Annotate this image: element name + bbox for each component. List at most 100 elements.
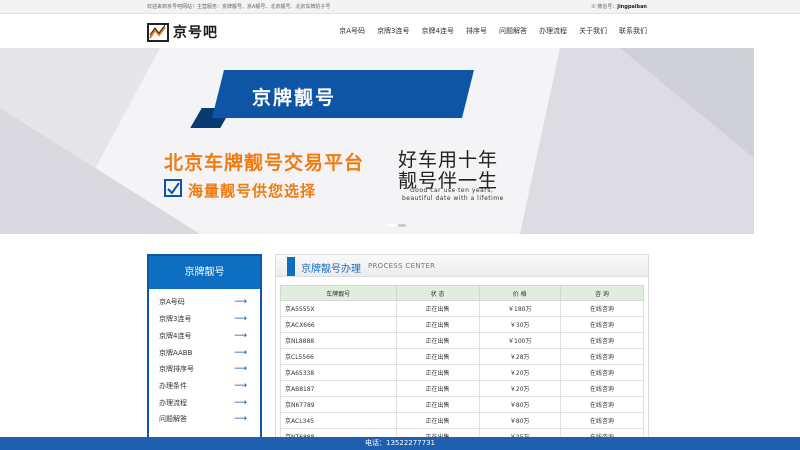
table-header-row: 车牌靓号 状 态 价 格 咨 询 [280, 285, 645, 301]
sale-status: 正在出售 [395, 332, 480, 349]
hero-banner[interactable]: 京牌靓号 北京车牌靓号交易平台 海量靓号供您选择 好车用十年 靓号伴一生 Goo… [0, 48, 754, 234]
sidebar-item-jing-a[interactable]: 京A号码 ⟶ [159, 294, 251, 310]
sidebar-item-label: 办理条件 [159, 382, 187, 390]
nav-item-3-consecutive[interactable]: 京牌3连号 [377, 26, 409, 36]
sidebar-item-3-consecutive[interactable]: 京牌3连号 ⟶ [159, 311, 251, 327]
price: ￥20万 [478, 364, 561, 381]
welcome-notice: 欢迎来到京号吧网站！主营服务：京牌靓号、京A靓号、北京靓号、北京车牌豹子号 [147, 4, 331, 10]
site-logo[interactable]: 京号吧 [147, 21, 218, 43]
column-header-status: 状 态 [395, 285, 480, 301]
table-row: 京AB8187 正在出售 ￥20万 在线咨询 [280, 380, 645, 397]
sidebar-item-process[interactable]: 办理流程 ⟶ [159, 395, 251, 411]
banner-headline: 北京车牌靓号交易平台 [164, 152, 365, 174]
sidebar-item-4-consecutive[interactable]: 京牌4连号 ⟶ [159, 328, 251, 344]
plate-number: 京A5555X [280, 300, 397, 317]
carousel-dot[interactable] [387, 224, 395, 227]
consult-link[interactable]: 在线咨询 [559, 316, 645, 333]
logo-chart-icon [147, 22, 169, 42]
sidebar-item-faq[interactable]: 问题解答 ⟶ [159, 411, 251, 427]
process-panel-header: 京牌靓号办理 PROCESS CENTER [276, 255, 648, 277]
nav-item-sequence[interactable]: 排序号 [466, 26, 487, 36]
sidebar-item-conditions[interactable]: 办理条件 ⟶ [159, 378, 251, 394]
nav-item-jing-a[interactable]: 京A号码 [339, 26, 365, 36]
plate-number: 京NL8888 [280, 332, 397, 349]
page-gutter [754, 48, 800, 234]
sale-status: 正在出售 [395, 348, 480, 365]
sidebar-item-label: 京A号码 [159, 298, 185, 306]
consult-link[interactable]: 在线咨询 [559, 300, 645, 317]
top-bar: 欢迎来到京号吧网站！主营服务：京牌靓号、京A靓号、北京靓号、北京车牌豹子号 ✆ … [0, 0, 800, 14]
nav-item-faq[interactable]: 问题解答 [499, 26, 527, 36]
nav-item-4-consecutive[interactable]: 京牌4连号 [422, 26, 454, 36]
carousel-dot[interactable] [398, 224, 406, 227]
column-header-consult: 咨 询 [559, 285, 645, 301]
consult-link[interactable]: 在线咨询 [559, 412, 645, 429]
column-header-plate: 车牌靓号 [280, 285, 397, 301]
site-header: 京号吧 京A号码 京牌3连号 京牌4连号 排序号 问题解答 办理流程 关于我们 … [0, 15, 800, 47]
sale-status: 正在出售 [395, 380, 480, 397]
wechat-id: jingpaiban [617, 4, 647, 10]
plate-number: 京ACL345 [280, 412, 397, 429]
plate-number: 京ACX666 [280, 316, 397, 333]
sale-status: 正在出售 [395, 412, 480, 429]
sidebar-item-label: 京牌4连号 [159, 332, 192, 340]
banner-subheadline: 海量靓号供您选择 [188, 182, 317, 200]
arrow-right-icon: ⟶ [234, 331, 247, 341]
wechat-label: 微信号： [597, 4, 618, 10]
arrow-right-icon: ⟶ [234, 381, 247, 391]
price: ￥180万 [478, 300, 561, 317]
sidebar-item-aabb[interactable]: 京牌AABB ⟶ [159, 345, 251, 361]
arrow-right-icon: ⟶ [234, 398, 247, 408]
footer-phone-bar[interactable]: 电话：13522277731 [0, 437, 800, 450]
consult-link[interactable]: 在线咨询 [559, 348, 645, 365]
wechat-info: ✆ 微信号：jingpaiban [591, 0, 647, 14]
plate-number: 京CL5566 [280, 348, 397, 365]
banner-ribbon-title: 京牌靓号 [252, 87, 337, 109]
column-header-price: 价 格 [478, 285, 561, 301]
consult-link[interactable]: 在线咨询 [559, 380, 645, 397]
table-row: 京A65338 正在出售 ￥20万 在线咨询 [280, 364, 645, 381]
carousel-dots [387, 224, 406, 227]
price: ￥28万 [478, 348, 561, 365]
process-title: 京牌靓号办理 [301, 264, 361, 275]
table-row: 京ACX666 正在出售 ￥30万 在线咨询 [280, 316, 645, 333]
sidebar-item-label: 京牌3连号 [159, 315, 192, 323]
arrow-right-icon: ⟶ [234, 348, 247, 358]
sale-status: 正在出售 [395, 316, 480, 333]
sidebar-menu: 京牌靓号 京A号码 ⟶ 京牌3连号 ⟶ 京牌4连号 ⟶ 京牌AABB ⟶ 京牌排序号 ⟶ … [147, 254, 262, 444]
sidebar-item-label: 问题解答 [159, 415, 187, 423]
price: ￥30万 [478, 316, 561, 333]
table-row: 京N67789 正在出售 ￥80万 在线咨询 [280, 396, 645, 413]
price: ￥80万 [478, 412, 561, 429]
sidebar-item-label: 京牌排序号 [159, 365, 194, 373]
sale-status: 正在出售 [395, 300, 480, 317]
banner-english-line1: Good car use ten years, [410, 187, 494, 194]
arrow-right-icon: ⟶ [234, 314, 247, 324]
sidebar-item-label: 京牌AABB [159, 349, 193, 357]
consult-link[interactable]: 在线咨询 [559, 332, 645, 349]
table-row: 京NL8888 正在出售 ￥100万 在线咨询 [280, 332, 645, 349]
nav-item-process[interactable]: 办理流程 [539, 26, 567, 36]
sale-status: 正在出售 [395, 396, 480, 413]
price: ￥80万 [478, 396, 561, 413]
plate-number: 京N67789 [280, 396, 397, 413]
consult-link[interactable]: 在线咨询 [559, 364, 645, 381]
plate-number: 京A65338 [280, 364, 397, 381]
price: ￥100万 [478, 332, 561, 349]
table-row: 京CL5566 正在出售 ￥28万 在线咨询 [280, 348, 645, 365]
nav-item-about[interactable]: 关于我们 [579, 26, 607, 36]
sidebar-item-label: 办理流程 [159, 399, 187, 407]
process-subtitle: PROCESS CENTER [368, 262, 436, 270]
consult-link[interactable]: 在线咨询 [559, 396, 645, 413]
nav-item-contact[interactable]: 联系我们 [619, 26, 647, 36]
sidebar-item-sequence[interactable]: 京牌排序号 ⟶ [159, 361, 251, 377]
plate-table: 车牌靓号 状 态 价 格 咨 询 京A5555X 正在出售 ￥180万 在线咨询 京AC… [280, 285, 645, 445]
table-row: 京ACL345 正在出售 ￥80万 在线咨询 [280, 412, 645, 429]
arrow-right-icon: ⟶ [234, 364, 247, 374]
footer-phone: 电话：13522277731 [365, 439, 435, 447]
plate-number: 京AB8187 [280, 380, 397, 397]
price: ￥20万 [478, 380, 561, 397]
checkmark-icon [164, 179, 182, 197]
arrow-right-icon: ⟶ [234, 414, 247, 424]
sidebar-title: 京牌靓号 [149, 256, 260, 289]
